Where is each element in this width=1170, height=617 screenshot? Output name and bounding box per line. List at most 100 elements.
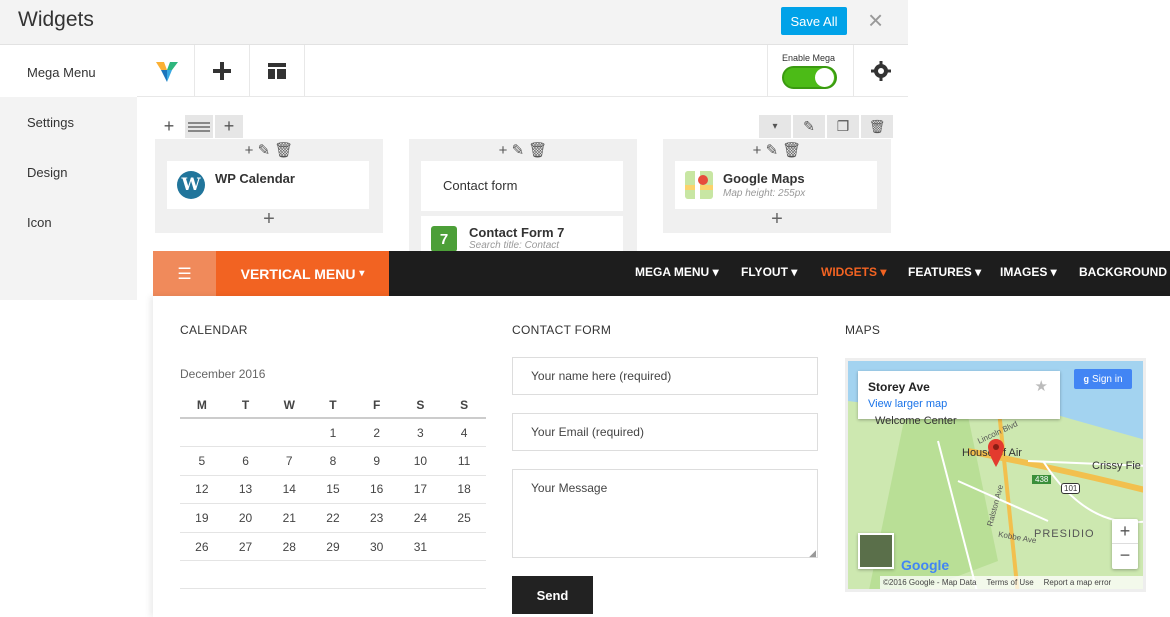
map-label: PRESIDIO (1034, 528, 1095, 540)
satellite-toggle[interactable] (858, 533, 894, 569)
send-button[interactable]: Send (512, 576, 593, 614)
resize-handle-icon[interactable]: ◢ (809, 548, 816, 559)
save-all-button[interactable]: Save All (781, 7, 847, 35)
calendar-day: 28 (267, 532, 312, 562)
map-pin-icon[interactable] (988, 439, 1004, 472)
toggle-knob (815, 68, 834, 87)
delete-row-icon[interactable]: 🗑 (861, 115, 893, 138)
calendar-day: 5 (180, 446, 224, 476)
logo-icon (140, 45, 195, 97)
widget-subtitle: Map height: 255px (723, 188, 806, 199)
name-field[interactable]: Your name here (required) (512, 357, 818, 395)
sidebar-item-design[interactable]: Design (27, 165, 67, 180)
calendar-day: 25 (442, 503, 486, 533)
chevron-down-icon[interactable]: ▾ (759, 115, 791, 138)
clone-row-icon[interactable]: ❐ (827, 115, 859, 138)
calendar-day-header: S (398, 392, 443, 419)
map-attribution: ©2016 Google - Map Data (883, 578, 977, 587)
google-map[interactable]: Storey Ave View larger map ★ g Sign in We… (845, 358, 1146, 592)
calendar-day: 11 (442, 446, 486, 476)
cf7-icon: 7 (431, 226, 457, 252)
widget-name: Google Maps (723, 171, 805, 186)
sign-in-label: Sign in (1091, 373, 1123, 385)
column-add-icon[interactable]: + (663, 208, 891, 231)
google-plus-icon: g (1083, 374, 1089, 384)
calendar-day: 19 (180, 503, 224, 533)
page-title: Widgets (18, 8, 94, 31)
map-label: Welcome Center (875, 415, 957, 427)
calendar-day-header: T (311, 392, 355, 419)
nav-item-widgets[interactable]: WIDGETS ▾ (821, 265, 886, 279)
calendar-day-header: M (180, 392, 224, 419)
sign-in-button[interactable]: g Sign in (1074, 369, 1132, 389)
zoom-controls: + − (1112, 519, 1138, 569)
vertical-menu-button[interactable]: VERTICAL MENU ▾ (216, 251, 389, 296)
calendar-day: 27 (223, 532, 268, 562)
close-icon[interactable]: × (868, 6, 883, 34)
widget-contact-form-7[interactable]: 7 Contact Form 7 Search title: Contact (421, 216, 623, 252)
enable-mega-toggle[interactable] (782, 66, 837, 89)
chevron-down-icon: ▾ (359, 268, 365, 279)
wordpress-icon: W (177, 171, 205, 199)
highway-shield: 438 (1032, 475, 1052, 484)
calendar-day: 20 (223, 503, 268, 533)
row-controls-right: ▾ ✎ ❐ 🗑 (759, 115, 895, 138)
calendar-day-header: T (223, 392, 268, 419)
calendar-week: 19 20 21 22 23 24 25 (180, 503, 486, 533)
calendar-day: 2 (354, 418, 399, 448)
message-field[interactable]: Your Message ◢ (512, 469, 818, 558)
view-larger-map-link[interactable]: View larger map (868, 398, 947, 410)
zoom-out-icon[interactable]: − (1112, 544, 1138, 568)
column-add-icon[interactable]: + (155, 208, 383, 231)
nav-item-flyout[interactable]: FLYOUT ▾ (741, 265, 797, 279)
nav-item-features[interactable]: FEATURES ▾ (908, 265, 981, 279)
nav-item-images[interactable]: IMAGES ▾ (1000, 265, 1057, 279)
sidebar-item-mega-menu[interactable]: Mega Menu (27, 65, 96, 80)
widget-subtitle: Search title: Contact (469, 240, 560, 251)
widget-google-maps[interactable]: Google Maps Map height: 255px (675, 161, 877, 209)
row-controls: + + (155, 115, 245, 139)
enable-mega-label: Enable Mega (782, 53, 836, 63)
calendar-day (267, 418, 312, 448)
email-field[interactable]: Your Email (required) (512, 413, 818, 451)
sidebar-item-icon[interactable]: Icon (27, 215, 52, 230)
column-add-icon[interactable]: + (215, 115, 243, 138)
calendar-day: 9 (354, 446, 399, 476)
report-error-link[interactable]: Report a map error (1044, 578, 1112, 587)
builder-column: + ✎ 🗑 W WP Calendar + (155, 139, 383, 233)
calendar-day: 8 (311, 446, 355, 476)
calendar-week: 5 6 7 8 9 10 11 (180, 446, 486, 476)
calendar-day: 21 (267, 503, 312, 533)
calendar-month: December 2016 (180, 367, 266, 381)
terms-link[interactable]: Terms of Use (987, 578, 1034, 587)
nav-item-mega-menu[interactable]: MEGA MENU ▾ (635, 265, 719, 279)
hamburger-icon[interactable]: ☰ (153, 251, 216, 296)
star-icon[interactable]: ★ (1035, 377, 1048, 395)
calendar-day: 23 (354, 503, 399, 533)
calendar-title: CALENDAR (180, 323, 248, 337)
add-element-icon[interactable] (195, 45, 250, 97)
zoom-in-icon[interactable]: + (1112, 519, 1138, 544)
calendar-week: 12 13 14 15 16 17 18 (180, 475, 486, 505)
builder-toolbar: Enable Mega (137, 45, 908, 97)
nav-item-background[interactable]: BACKGROUND ▾ (1079, 265, 1170, 279)
edit-row-icon[interactable]: ✎ (793, 115, 825, 138)
main-navbar: ☰ VERTICAL MENU ▾ MEGA MENU ▾ FLYOUT ▾ W… (153, 251, 1170, 296)
column-tools[interactable]: + ✎ 🗑 (663, 141, 891, 159)
row-add-icon[interactable]: + (155, 115, 183, 138)
calendar-day: 12 (180, 475, 224, 505)
builder-column: + ✎ 🗑 Contact form 7 Contact Form 7 Sear… (409, 139, 637, 252)
gear-icon[interactable] (853, 45, 908, 97)
map-place-name: Storey Ave (868, 380, 930, 394)
calendar-day: 31 (398, 532, 443, 562)
row-layout-icon[interactable] (185, 115, 213, 138)
calendar-footer-line (180, 588, 486, 589)
widget-name: Contact Form 7 (469, 225, 565, 240)
column-tools[interactable]: + ✎ 🗑 (155, 141, 383, 159)
sidebar-item-settings[interactable]: Settings (27, 115, 74, 130)
column-tools[interactable]: + ✎ 🗑 (409, 141, 637, 159)
widget-contact-form[interactable]: Contact form (421, 161, 623, 211)
contact-form-title: CONTACT FORM (512, 323, 612, 337)
templates-icon[interactable] (250, 45, 305, 97)
widget-wp-calendar[interactable]: W WP Calendar (167, 161, 369, 209)
